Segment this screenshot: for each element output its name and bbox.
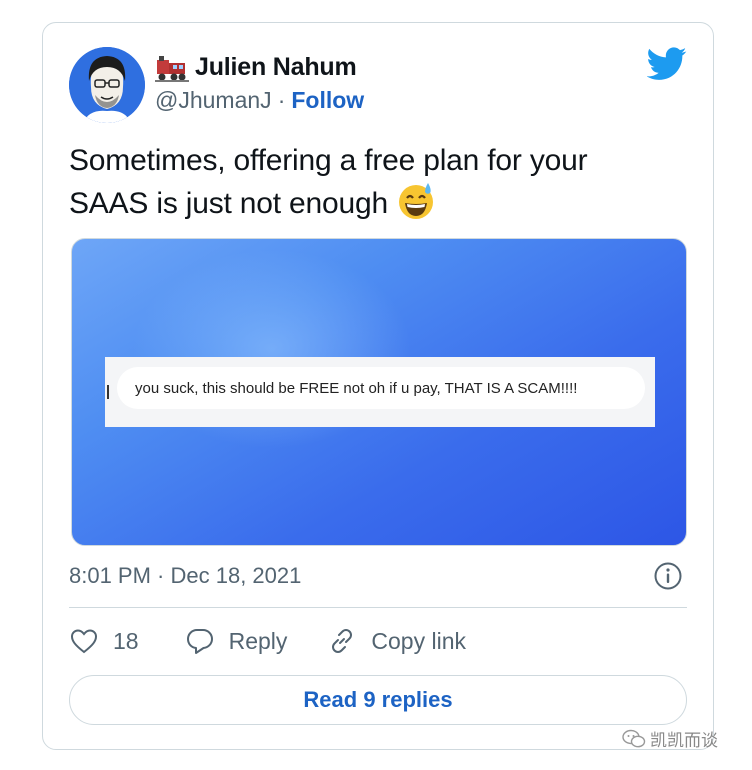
wechat-icon — [622, 729, 646, 747]
train-icon — [155, 55, 189, 82]
comment-text: you suck, this should be FREE not oh if … — [135, 379, 578, 397]
reply-label: Reply — [228, 627, 288, 654]
separator-dot: · — [277, 87, 286, 113]
tweet-timestamp[interactable]: 8:01 PM · Dec 18, 2021 — [69, 563, 301, 589]
action-bar: 18 Reply Copy link — [69, 623, 466, 659]
like-button[interactable]: 18 — [69, 626, 139, 656]
tweet-card: Julien Nahum @JhumanJ · Follow Sometimes… — [42, 22, 714, 750]
watermark-text: 凯凯而谈 — [650, 731, 718, 751]
link-icon — [332, 629, 353, 653]
info-icon[interactable] — [653, 561, 683, 591]
divider — [69, 607, 687, 608]
read-replies-button[interactable]: Read 9 replies — [69, 675, 687, 725]
watermark: 凯凯而谈 — [622, 726, 718, 751]
heart-icon — [70, 629, 98, 654]
copy-link-button[interactable]: Copy link — [327, 626, 466, 656]
like-count: 18 — [113, 627, 139, 654]
grinning-sweat-emoji-icon — [398, 183, 433, 219]
twitter-bird-icon[interactable] — [647, 47, 687, 81]
text-cursor — [107, 385, 109, 399]
tweet-text: Sometimes, offering a free plan for your… — [69, 141, 669, 224]
display-name[interactable]: Julien Nahum — [195, 53, 357, 82]
tweet-media-image[interactable]: you suck, this should be FREE not oh if … — [71, 238, 687, 546]
user-handle[interactable]: @JhumanJ — [155, 87, 272, 114]
reply-icon — [186, 629, 213, 654]
tweet-body: Sometimes, offering a free plan for your… — [69, 144, 588, 220]
comment-screenshot: you suck, this should be FREE not oh if … — [105, 357, 655, 427]
read-replies-label: Read 9 replies — [303, 687, 453, 712]
follow-button[interactable]: Follow — [291, 87, 364, 114]
copy-link-label: Copy link — [371, 627, 467, 654]
author-name-row[interactable]: Julien Nahum — [155, 53, 357, 82]
comment-bubble: you suck, this should be FREE not oh if … — [117, 367, 645, 409]
handle-row: @JhumanJ · Follow — [155, 87, 364, 114]
avatar[interactable] — [69, 47, 145, 123]
reply-button[interactable]: Reply — [185, 626, 288, 656]
